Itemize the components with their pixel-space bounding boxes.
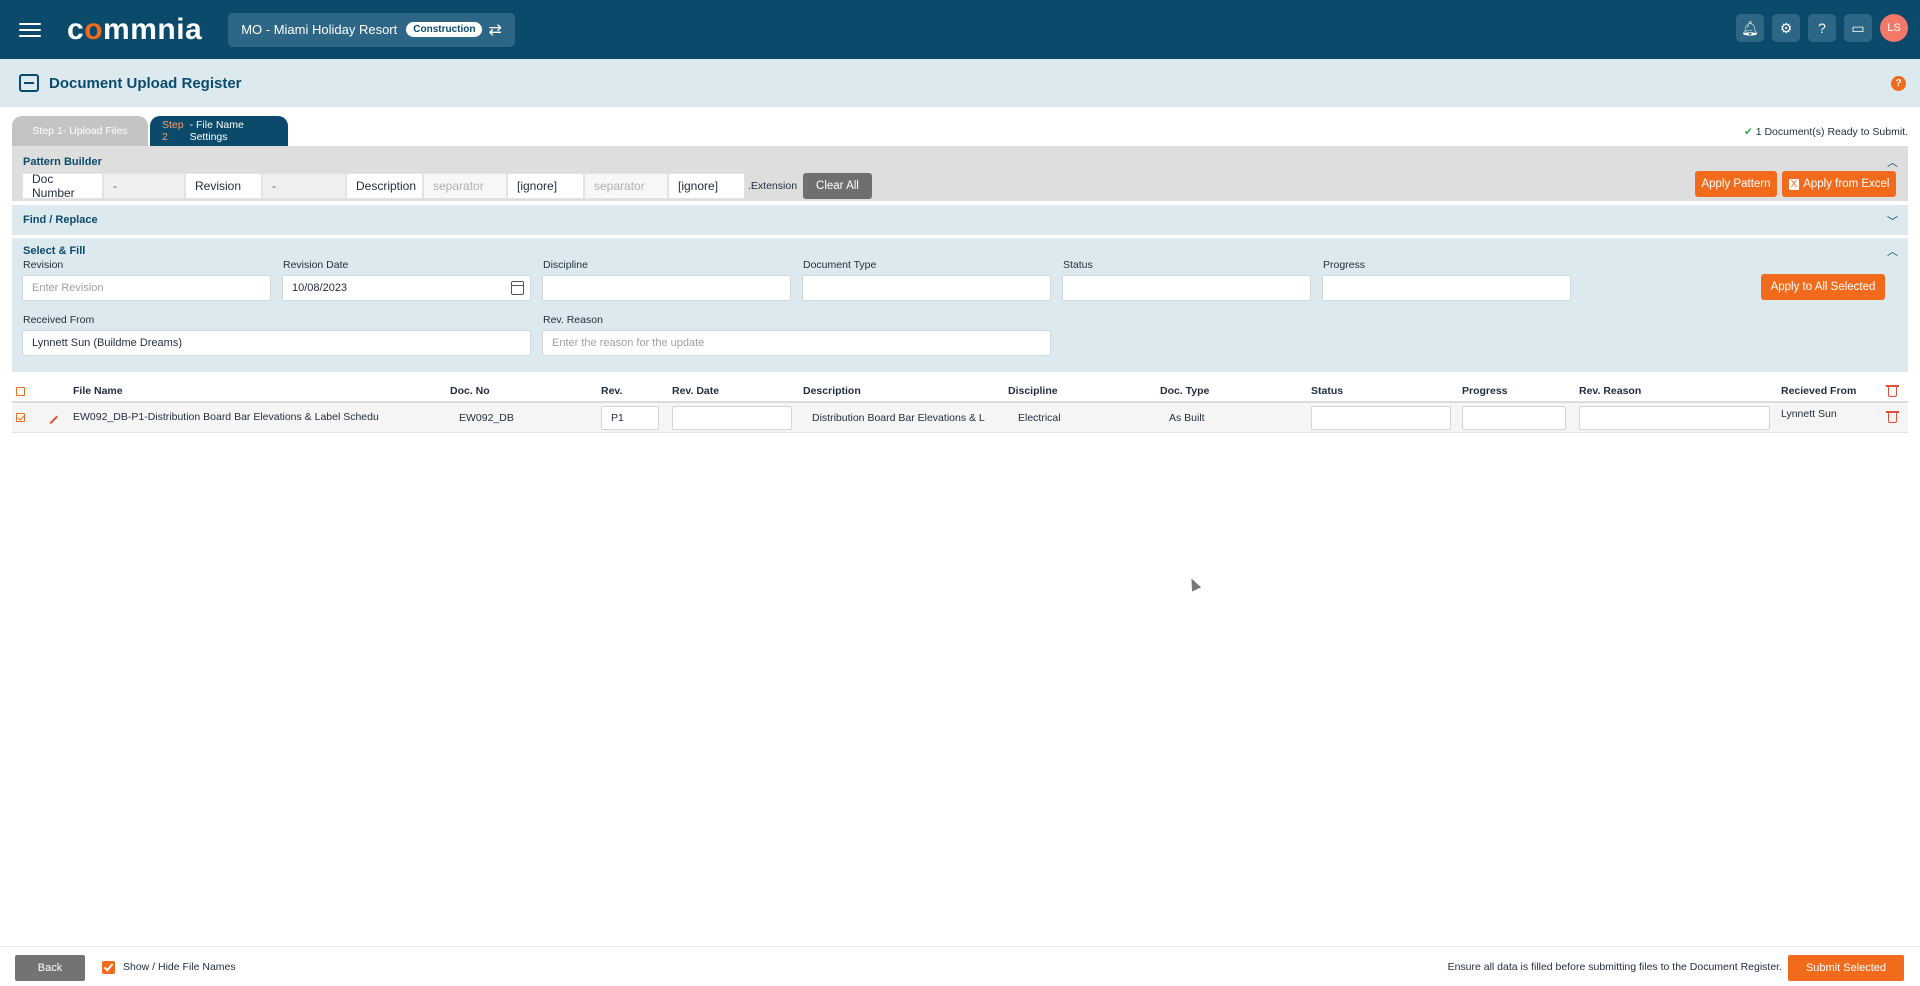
footer-bar: Back Show / Hide File Names Ensure all d… — [0, 946, 1920, 986]
find-replace-title: Find / Replace — [23, 214, 98, 226]
pattern-builder-title: Pattern Builder — [23, 156, 102, 168]
col-received-from: Recieved From — [1781, 385, 1857, 397]
cell-file-name: EW092_DB-P1-Distribution Board Bar Eleva… — [73, 411, 379, 423]
col-file-name: File Name — [73, 385, 123, 397]
rev-reason-input[interactable]: Enter the reason for the update — [542, 330, 1051, 356]
page-title: Document Upload Register — [49, 74, 242, 92]
received-from-input[interactable]: Lynnett Sun (Buildme Dreams) — [22, 330, 531, 356]
swap-icon[interactable]: ⇄ — [488, 20, 501, 40]
pattern-description[interactable]: Description — [346, 173, 423, 199]
col-rev: Rev. — [601, 385, 623, 397]
status-label: Status — [1063, 259, 1093, 271]
col-doc-no: Doc. No — [450, 385, 490, 397]
pattern-doc-number[interactable]: Doc Number — [22, 172, 103, 200]
cell-doc-no: EW092_DB — [459, 412, 514, 424]
discipline-select[interactable] — [542, 275, 791, 301]
progress-label: Progress — [1323, 259, 1366, 271]
apply-pattern-button[interactable]: Apply Pattern — [1695, 171, 1777, 197]
pattern-ignore-2[interactable]: [ignore] — [668, 173, 745, 199]
page-help-icon[interactable]: ? — [1891, 76, 1906, 91]
chat-icon[interactable]: ▭ — [1844, 14, 1872, 42]
step-tabs: Step 1 - Upload Files Step 2 - File Name… — [12, 116, 290, 146]
chevron-up-icon[interactable]: ︿ — [1887, 154, 1898, 170]
extension-label: .Extension — [748, 180, 798, 192]
cell-discipline: Electrical — [1018, 412, 1061, 424]
col-discipline: Discipline — [1008, 385, 1058, 397]
cell-doc-type: As Built — [1169, 412, 1205, 424]
avatar[interactable]: LS — [1880, 14, 1908, 42]
mouse-cursor — [1186, 576, 1202, 592]
top-bar: commnia MO - Miami Holiday Resort Constr… — [0, 0, 1920, 59]
logo[interactable]: commnia — [67, 14, 202, 45]
table-header: File Name Doc. No Rev. Rev. Date Descrip… — [12, 381, 1908, 403]
gear-icon[interactable]: ⚙ — [1772, 14, 1800, 42]
apply-to-all-selected-button[interactable]: Apply to All Selected — [1761, 274, 1885, 300]
calendar-icon[interactable] — [511, 281, 524, 295]
revision-date-label: Revision Date — [283, 259, 349, 271]
col-status: Status — [1311, 385, 1344, 397]
col-description: Description — [803, 385, 861, 397]
cell-progress-input[interactable] — [1462, 406, 1566, 430]
show-hide-label[interactable]: Show / Hide File Names — [123, 961, 236, 973]
menu-icon[interactable] — [19, 19, 41, 41]
status-select[interactable] — [1062, 275, 1311, 301]
cell-rev-date-input[interactable] — [672, 406, 792, 430]
tab-step-1[interactable]: Step 1 - Upload Files — [12, 116, 148, 146]
pattern-separator-2[interactable]: - — [262, 173, 346, 199]
revision-date-input[interactable]: 10/08/2023 — [282, 275, 531, 301]
pattern-separator-3[interactable]: separator — [423, 173, 507, 199]
register-icon — [19, 74, 39, 92]
col-rev-date: Rev. Date — [672, 385, 720, 397]
show-hide-checkbox[interactable] — [102, 961, 115, 974]
help-icon[interactable]: ? — [1808, 14, 1836, 42]
col-progress: Progress — [1462, 385, 1508, 397]
project-selector[interactable]: MO - Miami Holiday Resort Construction ⇄ — [228, 12, 515, 47]
pattern-separator-4[interactable]: separator — [584, 173, 668, 199]
check-icon: ✔ — [1743, 126, 1753, 138]
progress-select[interactable] — [1322, 275, 1571, 301]
cell-rev-input[interactable]: P1 — [601, 406, 659, 430]
table-row: EW092_DB-P1-Distribution Board Bar Eleva… — [12, 403, 1908, 433]
pattern-ignore-1[interactable]: [ignore] — [507, 173, 584, 199]
rev-reason-label: Rev. Reason — [543, 314, 603, 326]
pattern-revision[interactable]: Revision — [185, 173, 262, 199]
ready-status: ✔ 1 Document(s) Ready to Submit. — [1743, 126, 1908, 138]
revision-input[interactable]: Enter Revision — [22, 275, 271, 301]
received-from-label: Received From — [23, 314, 95, 326]
project-name: MO - Miami Holiday Resort — [241, 22, 398, 37]
project-badge: Construction — [406, 22, 483, 37]
pattern-builder: Pattern Builder ︿ Doc Number - Revision … — [12, 146, 1908, 201]
delete-row-icon[interactable] — [1886, 411, 1899, 423]
chevron-down-icon[interactable]: ﹀ — [1887, 213, 1898, 229]
edit-icon[interactable] — [43, 409, 59, 425]
select-all-checkbox[interactable] — [16, 387, 25, 396]
select-fill-title: Select & Fill — [23, 245, 86, 257]
chevron-up-icon[interactable]: ︿ — [1887, 243, 1898, 259]
col-rev-reason: Rev. Reason — [1579, 385, 1642, 397]
delete-all-icon[interactable] — [1886, 385, 1899, 397]
title-bar: Document Upload Register ? — [0, 59, 1920, 107]
cell-rev-reason-input[interactable] — [1579, 406, 1770, 430]
document-type-select[interactable] — [802, 275, 1051, 301]
revision-label: Revision — [23, 259, 64, 271]
col-doc-type: Doc. Type — [1160, 385, 1210, 397]
tab-step-2[interactable]: Step 2 - File Name Settings — [150, 116, 288, 146]
select-fill-section: Select & Fill ︿ Revision Enter Revision … — [12, 238, 1908, 372]
clear-all-button[interactable]: Clear All — [803, 173, 872, 199]
row-checkbox[interactable] — [16, 413, 25, 422]
pattern-separator-1[interactable]: - — [103, 173, 185, 199]
apply-from-excel-button[interactable]: X Apply from Excel — [1782, 171, 1896, 197]
excel-icon: X — [1788, 178, 1800, 190]
bell-icon[interactable]: 🔔︎ — [1736, 14, 1764, 42]
submit-hint: Ensure all data is filled before submitt… — [1447, 961, 1782, 973]
document-type-label: Document Type — [803, 259, 877, 271]
back-button[interactable]: Back — [15, 955, 85, 981]
submit-selected-button[interactable]: Submit Selected — [1788, 955, 1904, 981]
cell-description: Distribution Board Bar Elevations & L — [812, 412, 985, 424]
cell-received-from: Lynnett Sun — [1781, 408, 1837, 420]
find-replace-section[interactable]: Find / Replace ﹀ — [12, 205, 1908, 235]
discipline-label: Discipline — [543, 259, 588, 271]
cell-status-input[interactable] — [1311, 406, 1451, 430]
